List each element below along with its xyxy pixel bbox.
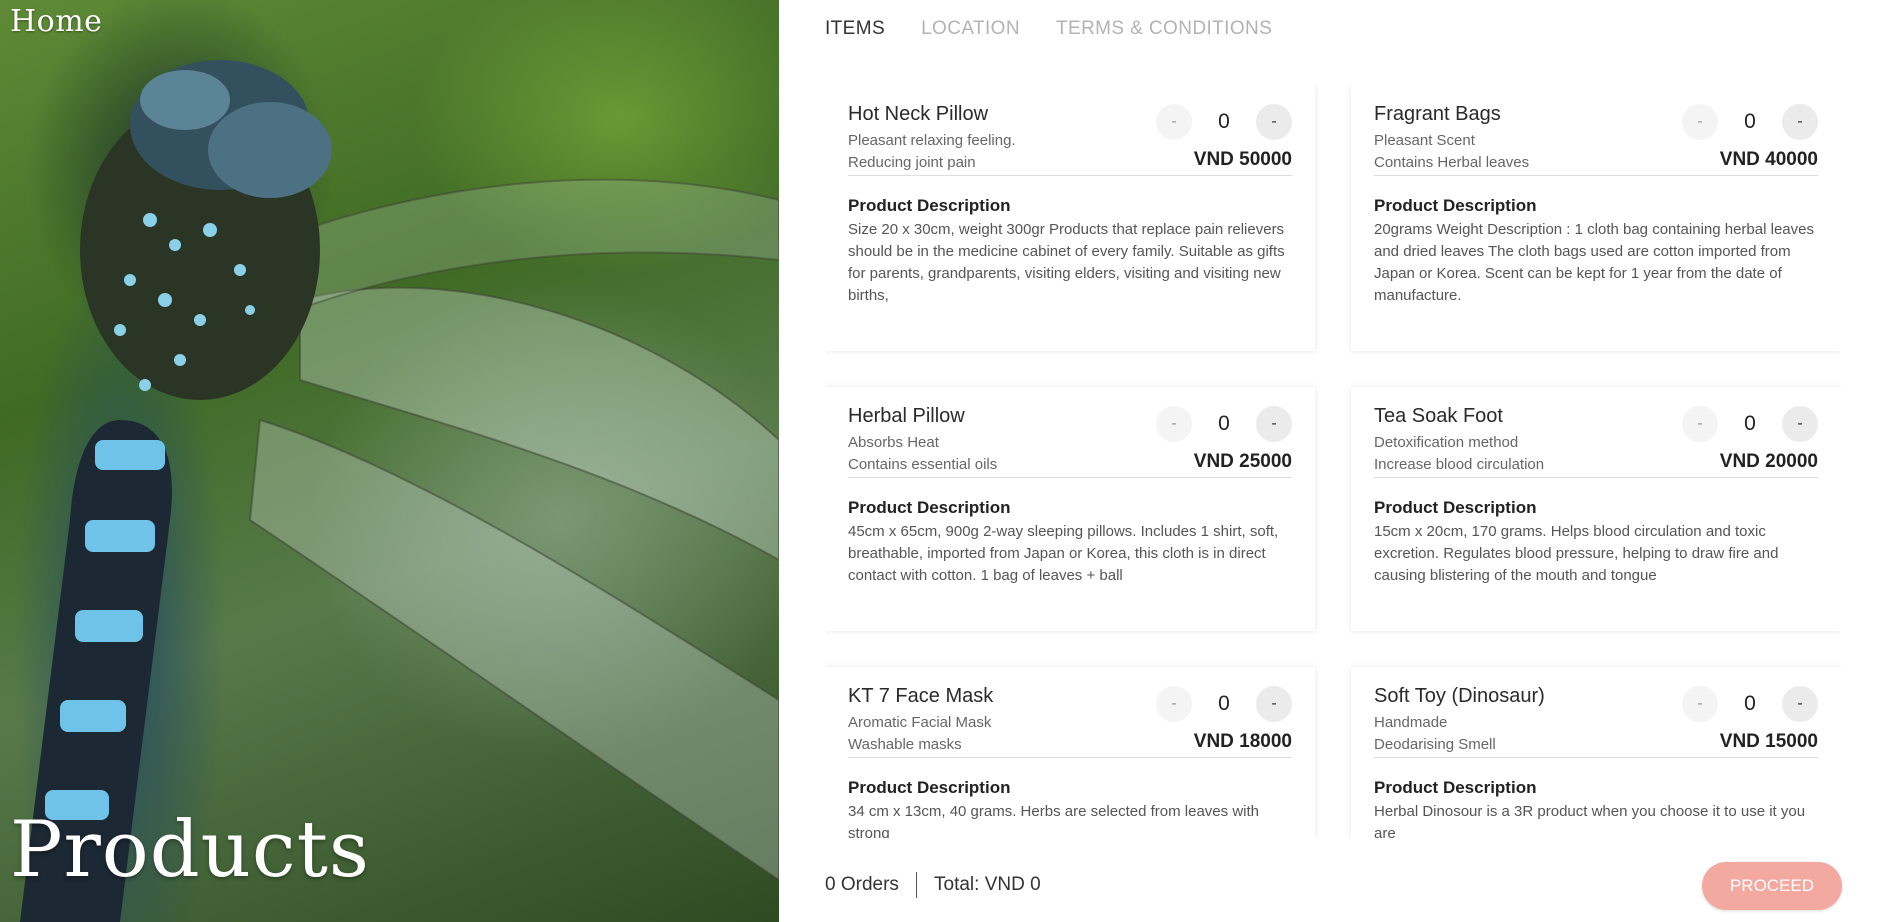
quantity-value: 0 xyxy=(1218,692,1230,715)
product-card-header: Soft Toy (Dinosaur) Handmade Deodarising… xyxy=(1374,685,1818,758)
description-heading: Product Description xyxy=(1374,778,1537,797)
product-price: VND 40000 xyxy=(1719,149,1818,170)
product-description: Size 20 x 30cm, weight 300gr Products th… xyxy=(848,221,1285,304)
quantity-value: 0 xyxy=(1218,110,1230,133)
product-description: 15cm x 20cm, 170 grams. Helps blood circ… xyxy=(1374,523,1779,584)
product-price: VND 20000 xyxy=(1719,451,1818,472)
product-card-hot-neck-pillow: Hot Neck Pillow Pleasant relaxing feelin… xyxy=(825,85,1315,351)
product-card-header: Fragrant Bags Pleasant Scent Contains He… xyxy=(1374,103,1818,176)
product-card-face-mask: KT 7 Face Mask Aromatic Facial Mask Wash… xyxy=(825,667,1315,838)
proceed-button[interactable]: PROCEED xyxy=(1702,862,1842,910)
quantity-value: 0 xyxy=(1744,412,1756,435)
increase-quantity-button[interactable]: - xyxy=(1256,104,1292,140)
product-price: VND 18000 xyxy=(1193,731,1292,752)
hero-panel: Home Products xyxy=(0,0,779,922)
page-title: Products xyxy=(10,805,370,895)
quantity-stepper: - 0 - xyxy=(1682,406,1818,442)
product-card-header: Hot Neck Pillow Pleasant relaxing feelin… xyxy=(848,103,1292,176)
order-count: 0 Orders xyxy=(825,874,899,895)
description-heading: Product Description xyxy=(848,498,1011,517)
product-card-header: Tea Soak Foot Detoxification method Incr… xyxy=(1374,405,1818,478)
description-heading: Product Description xyxy=(848,196,1011,215)
quantity-stepper: - 0 - xyxy=(1156,686,1292,722)
increase-quantity-button[interactable]: - xyxy=(1256,406,1292,442)
decrease-quantity-button[interactable]: - xyxy=(1682,104,1718,140)
quantity-stepper: - 0 - xyxy=(1156,104,1292,140)
decrease-quantity-button[interactable]: - xyxy=(1156,686,1192,722)
product-description: 45cm x 65cm, 900g 2-way sleeping pillows… xyxy=(848,523,1279,584)
product-price: VND 50000 xyxy=(1193,149,1292,170)
footer-divider xyxy=(916,872,917,898)
product-description: 34 cm x 13cm, 40 grams. Herbs are select… xyxy=(848,803,1259,838)
product-description: Herbal Dinosour is a 3R product when you… xyxy=(1374,803,1806,838)
tab-bar: ITEMS LOCATION TERMS & CONDITIONS xyxy=(825,18,1272,40)
description-heading: Product Description xyxy=(1374,498,1537,517)
home-link[interactable]: Home xyxy=(10,4,102,39)
order-footer: 0 Orders Total: VND 0 PROCEED xyxy=(779,838,1881,922)
product-price: VND 15000 xyxy=(1719,731,1818,752)
increase-quantity-button[interactable]: - xyxy=(1782,686,1818,722)
product-card-herbal-pillow: Herbal Pillow Absorbs Heat Contains esse… xyxy=(825,387,1315,631)
quantity-stepper: - 0 - xyxy=(1682,686,1818,722)
tab-terms[interactable]: TERMS & CONDITIONS xyxy=(1056,18,1272,40)
tab-items[interactable]: ITEMS xyxy=(825,18,885,40)
increase-quantity-button[interactable]: - xyxy=(1782,406,1818,442)
tab-location[interactable]: LOCATION xyxy=(921,18,1020,40)
main-content: ITEMS LOCATION TERMS & CONDITIONS Hot Ne… xyxy=(779,0,1881,922)
quantity-value: 0 xyxy=(1218,412,1230,435)
description-heading: Product Description xyxy=(848,778,1011,797)
product-card-tea-soak-foot: Tea Soak Foot Detoxification method Incr… xyxy=(1351,387,1841,631)
quantity-stepper: - 0 - xyxy=(1682,104,1818,140)
increase-quantity-button[interactable]: - xyxy=(1256,686,1292,722)
quantity-stepper: - 0 - xyxy=(1156,406,1292,442)
product-price: VND 25000 xyxy=(1193,451,1292,472)
decrease-quantity-button[interactable]: - xyxy=(1682,406,1718,442)
order-total: Total: VND 0 xyxy=(934,874,1041,895)
increase-quantity-button[interactable]: - xyxy=(1782,104,1818,140)
decrease-quantity-button[interactable]: - xyxy=(1682,686,1718,722)
product-description: 20grams Weight Description : 1 cloth bag… xyxy=(1374,221,1814,304)
decrease-quantity-button[interactable]: - xyxy=(1156,406,1192,442)
decrease-quantity-button[interactable]: - xyxy=(1156,104,1192,140)
product-card-header: KT 7 Face Mask Aromatic Facial Mask Wash… xyxy=(848,685,1292,758)
product-grid: Hot Neck Pillow Pleasant relaxing feelin… xyxy=(825,85,1841,838)
product-card-header: Herbal Pillow Absorbs Heat Contains esse… xyxy=(848,405,1292,478)
dragonfly-illustration xyxy=(20,60,779,922)
product-card-fragrant-bags: Fragrant Bags Pleasant Scent Contains He… xyxy=(1351,85,1841,351)
description-heading: Product Description xyxy=(1374,196,1537,215)
product-card-soft-toy: Soft Toy (Dinosaur) Handmade Deodarising… xyxy=(1351,667,1841,838)
quantity-value: 0 xyxy=(1744,110,1756,133)
quantity-value: 0 xyxy=(1744,692,1756,715)
